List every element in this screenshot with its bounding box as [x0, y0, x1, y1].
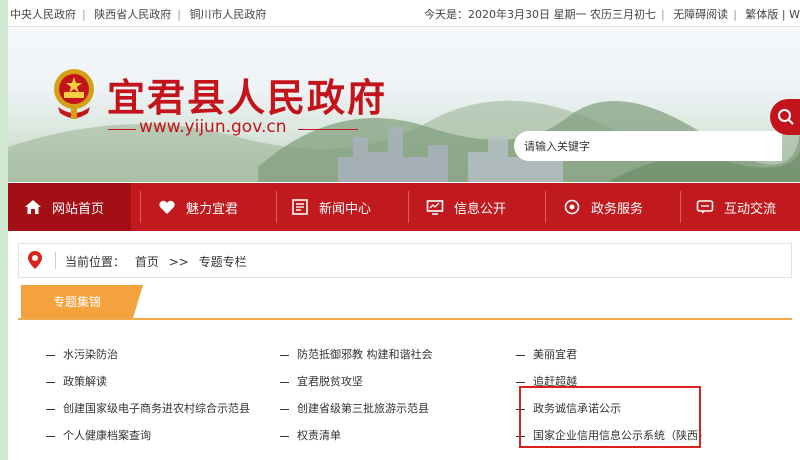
breadcrumb-separator: >> — [168, 255, 189, 269]
search-input[interactable] — [522, 135, 766, 157]
nav-divider — [408, 191, 409, 223]
list-item-label: 美丽宜君 — [533, 348, 577, 361]
list-item[interactable]: 创建省级第三批旅游示范县 — [280, 400, 429, 416]
link-tongchuan-gov[interactable]: 铜川市人民政府 — [189, 8, 266, 21]
nav-interaction[interactable]: 互动交流 — [696, 183, 776, 231]
section-underline — [18, 318, 792, 320]
list-item-label: 权责清单 — [297, 429, 341, 442]
list-item-label: 创建省级第三批旅游示范县 — [297, 402, 429, 415]
news-icon — [291, 198, 309, 216]
nav-news-label: 新闻中心 — [319, 201, 372, 217]
nav-divider — [545, 191, 546, 223]
list-item-label: 个人健康档案查询 — [63, 429, 151, 442]
list-item[interactable]: 防范抵御邪教 构建和谐社会 — [280, 346, 433, 362]
list-item-label: 宜君脱贫攻坚 — [297, 375, 363, 388]
link-central-gov[interactable]: 中央人民政府 — [10, 8, 76, 21]
breadcrumb-prefix: 当前位置： — [65, 255, 126, 269]
nav-info-label: 信息公开 — [454, 201, 507, 217]
page-frame: 中央人民政府 | 陕西省人民政府 | 铜川市人民政府 今天是：2020年3月30日 … — [8, 0, 800, 460]
national-emblem-icon — [52, 67, 96, 121]
search-icon — [778, 109, 794, 125]
top-right-info: 今天是：2020年3月30日 星期一 农历三月初七 | 无障碍阅读 | 繁体版 | … — [423, 8, 800, 21]
top-links: 中央人民政府 | 陕西省人民政府 | 铜川市人民政府 — [10, 8, 267, 21]
chat-icon — [696, 198, 714, 216]
breadcrumb: 当前位置： 首页 >> 专题专栏 — [18, 243, 792, 278]
site-title: 宜君县人民政府 — [107, 75, 388, 120]
nav-services-label: 政务服务 — [591, 201, 644, 217]
traditional-chinese-link[interactable]: 繁体版 — [745, 8, 778, 21]
breadcrumb-home-link[interactable]: 首页 — [135, 255, 159, 269]
main-nav: 网站首页 魅力宜君 新闻中心 信息公开 政务服务 互动交流 — [8, 183, 800, 231]
location-pin-icon — [27, 250, 43, 273]
date-text: 今天是：2020年3月30日 星期一 农历三月初七 — [423, 8, 656, 21]
extra-link[interactable]: | W — [782, 8, 800, 21]
nav-charm-label: 魅力宜君 — [186, 201, 239, 217]
nav-info-disclosure[interactable]: 信息公开 — [426, 183, 506, 231]
nav-charm-yijun[interactable]: 魅力宜君 — [158, 183, 238, 231]
nav-divider — [276, 191, 277, 223]
list-item[interactable]: 水污染防治 — [46, 346, 118, 362]
breadcrumb-divider — [55, 252, 56, 269]
accessibility-link[interactable]: 无障碍阅读 — [673, 8, 728, 21]
monitor-icon — [426, 198, 444, 216]
heart-icon — [158, 198, 176, 216]
section-tab: 专题集锦 — [21, 285, 133, 318]
service-icon — [563, 198, 581, 216]
highlight-annotation-box — [519, 386, 701, 448]
breadcrumb-current: 专题专栏 — [198, 255, 247, 269]
nav-home[interactable]: 网站首页 — [8, 183, 131, 231]
list-item-label: 防范抵御邪教 构建和谐社会 — [297, 348, 433, 361]
url-decor-line-right — [298, 129, 358, 130]
list-item-label: 水污染防治 — [63, 348, 118, 361]
search-box — [514, 131, 782, 161]
breadcrumb-text: 当前位置： 首页 >> 专题专栏 — [65, 253, 253, 270]
list-item[interactable]: 权责清单 — [280, 427, 341, 443]
list-item-label: 政策解读 — [63, 375, 107, 388]
nav-home-label: 网站首页 — [52, 201, 105, 217]
list-item[interactable]: 宜君脱贫攻坚 — [280, 373, 363, 389]
home-icon — [24, 198, 42, 216]
nav-interaction-label: 互动交流 — [724, 201, 777, 217]
search-button[interactable] — [770, 99, 800, 135]
section-tab-label: 专题集锦 — [52, 295, 101, 309]
link-shaanxi-gov[interactable]: 陕西省人民政府 — [94, 8, 171, 21]
site-url: www.yijun.gov.cn — [139, 117, 287, 137]
list-item[interactable]: 个人健康档案查询 — [46, 427, 151, 443]
nav-divider — [680, 191, 681, 223]
list-item[interactable]: 创建国家级电子商务进农村综合示范县 — [46, 400, 250, 416]
nav-gov-services[interactable]: 政务服务 — [563, 183, 643, 231]
list-item[interactable]: 政策解读 — [46, 373, 107, 389]
list-item[interactable]: 美丽宜君 — [516, 346, 577, 362]
nav-divider — [140, 191, 141, 223]
nav-news-center[interactable]: 新闻中心 — [291, 183, 371, 231]
header-banner: 宜君县人民政府 www.yijun.gov.cn — [8, 27, 800, 182]
url-decor-line-left — [108, 129, 136, 130]
list-item-label: 创建国家级电子商务进农村综合示范县 — [63, 402, 250, 415]
top-utility-bar: 中央人民政府 | 陕西省人民政府 | 铜川市人民政府 今天是：2020年3月30日 … — [8, 0, 800, 27]
section-tab-notch — [133, 285, 143, 318]
